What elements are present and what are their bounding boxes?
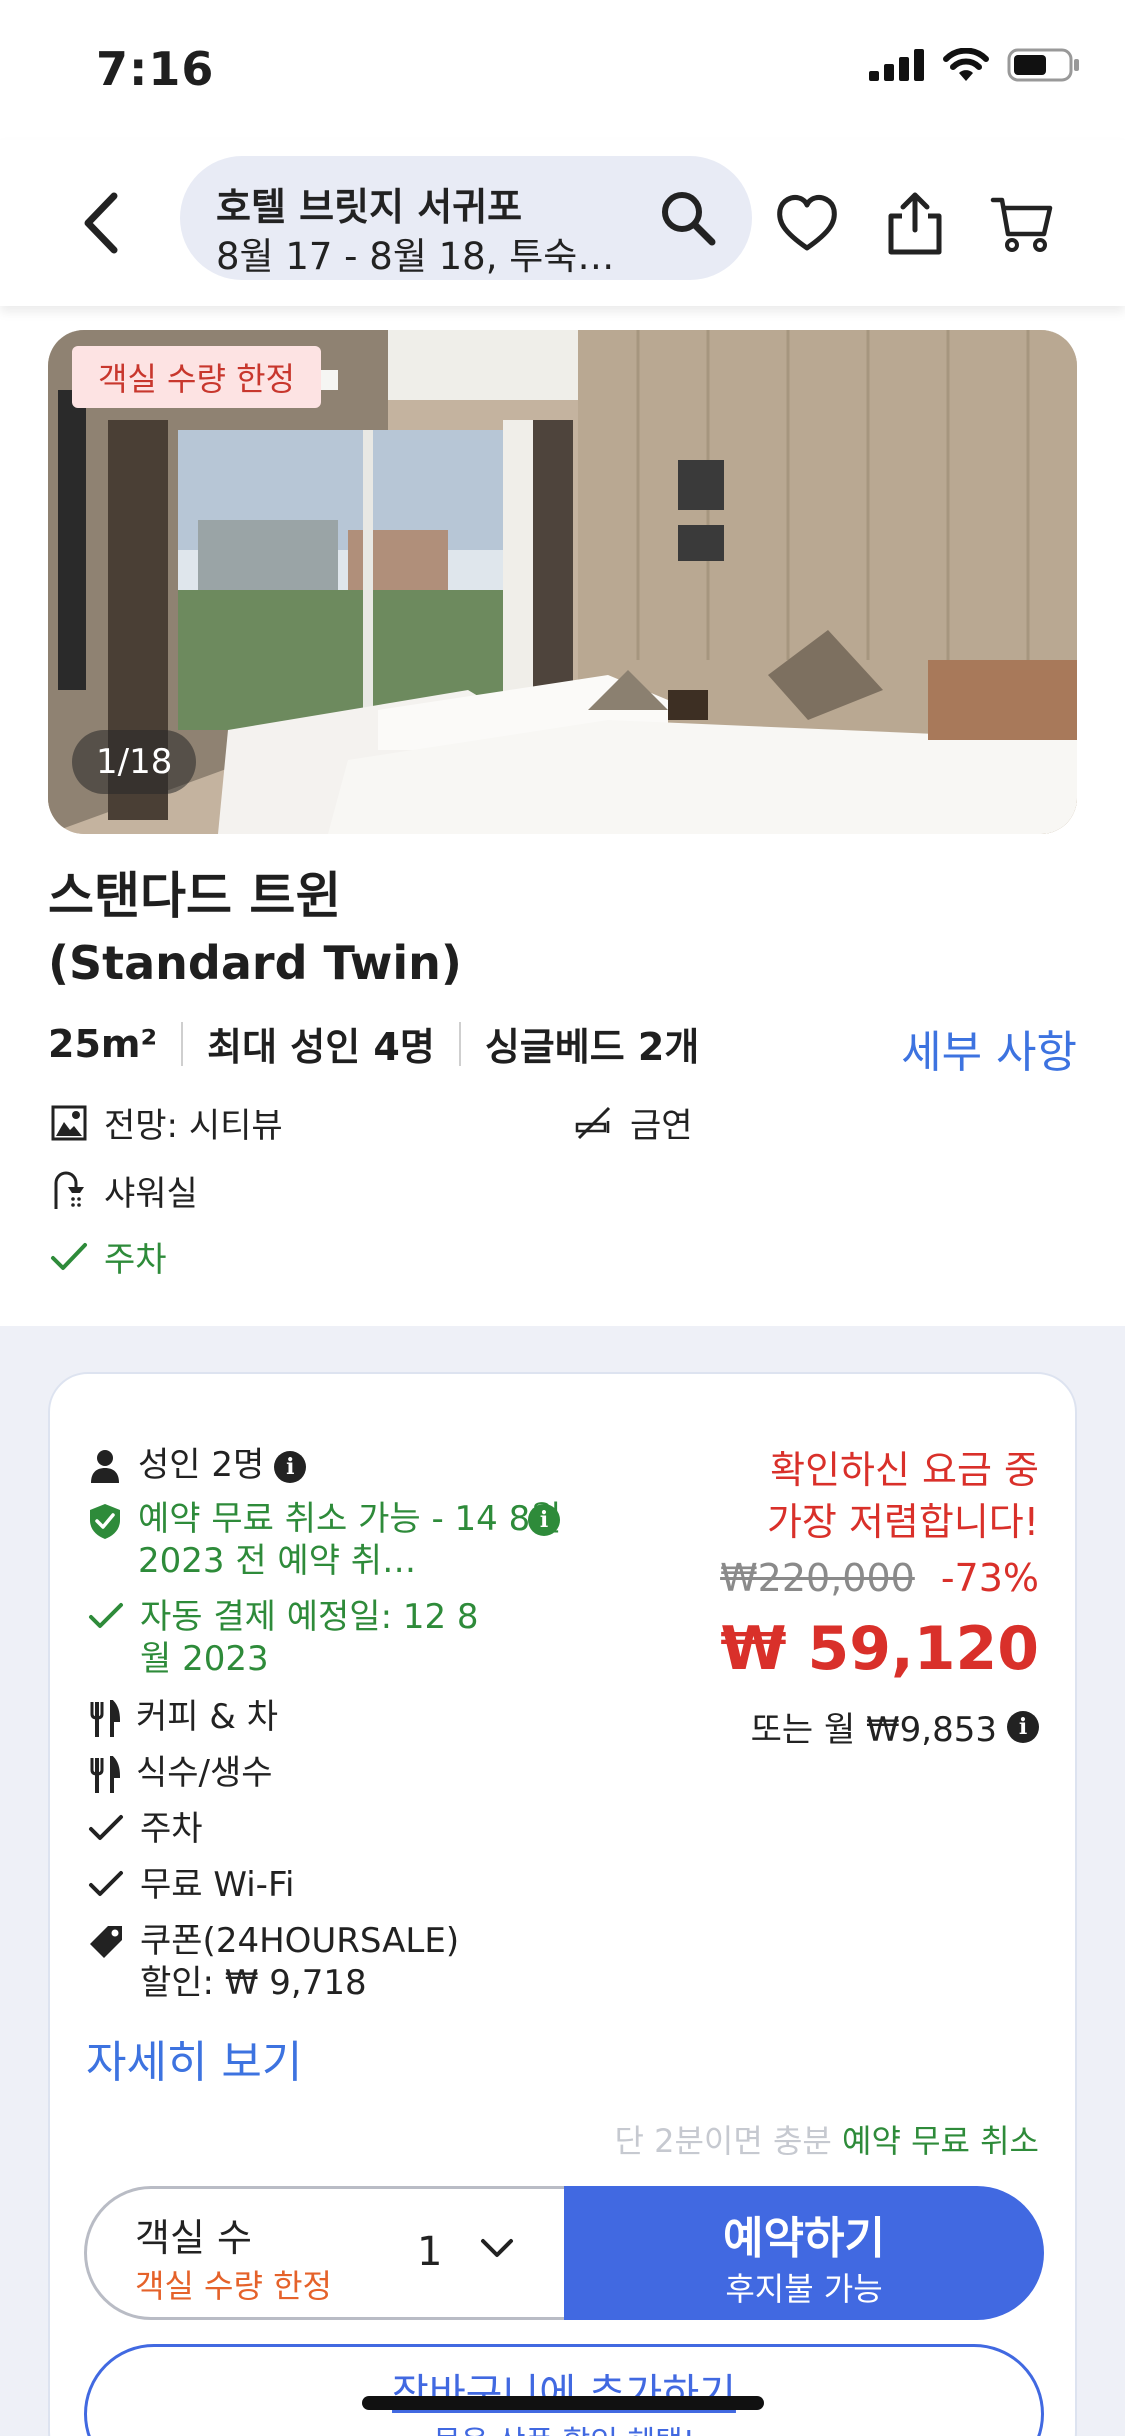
offer-auto-pay: 자동 결제 예정일: 12 8 월 2023 [88, 1596, 508, 1680]
feature-view-label: 전망: 시티뷰 [104, 1106, 283, 1146]
search-icon[interactable] [658, 188, 718, 248]
wifi-icon [943, 48, 989, 81]
status-icons [869, 48, 1081, 82]
no-smoking-icon [575, 1106, 611, 1139]
person-icon [91, 1450, 119, 1483]
offer-water: 식수/생수 [88, 1752, 273, 1794]
room-name-english: (Standard Twin) [48, 936, 462, 990]
offer-wifi: 무료 Wi-Fi [88, 1864, 294, 1906]
room-quantity-selector[interactable]: 객실 수 객실 수량 한정 1 [84, 2186, 564, 2320]
feature-non-smoking: 금연 [574, 1098, 693, 1147]
add-to-cart-label: 장바구니에 추가하기 [392, 2371, 736, 2417]
room-size: 25m² [48, 1021, 158, 1066]
booking-note: 단 2분이면 충분 예약 무료 취소 [615, 2116, 1040, 2162]
chevron-down-icon [481, 2239, 513, 2257]
room-count-label: 객실 수 [135, 2216, 252, 2260]
coupon-code-label: 쿠폰(24HOURSALE) [140, 1921, 460, 1961]
fork-knife-icon [90, 1756, 120, 1793]
room-photo-carousel[interactable]: 객실 수량 한정 1/18 [48, 330, 1077, 834]
battery-icon [1007, 48, 1079, 82]
booking-controls: 객실 수 객실 수량 한정 1 예약하기 후지불 가능 [84, 2186, 1044, 2320]
city-view-icon [51, 1105, 87, 1140]
feature-shower: 샤워실 [50, 1166, 198, 1215]
monthly-installment: 또는 월 ₩9,853 i [751, 1702, 1039, 1751]
free-cancel-label: 예약 무료 취소 가능 - 14 8월 2023 전 예약 취… [138, 1499, 562, 1581]
feature-view: 전망: 시티뷰 [50, 1098, 283, 1147]
adults-label: 성인 2명 [138, 1445, 265, 1485]
checkmark-icon [51, 1242, 87, 1270]
view-more-link[interactable]: 자세히 보기 [86, 2026, 302, 2090]
auto-pay-label: 자동 결제 예정일: 12 8 월 2023 [140, 1597, 479, 1679]
back-arrow-icon[interactable] [72, 188, 132, 258]
lowest-price-line-2: 가장 저렴합니다! [766, 1500, 1039, 1544]
offer-coupon: 쿠폰(24HOURSALE) 할인: ₩ 9,718 [88, 1920, 459, 2004]
lowest-price-line-1: 확인하신 요금 중 [770, 1448, 1039, 1492]
add-to-cart-button[interactable]: 장바구니에 추가하기 묶음 상품 할인 혜택! [84, 2344, 1044, 2436]
wifi-label: 무료 Wi-Fi [140, 1865, 295, 1905]
heart-favorite-icon[interactable] [774, 190, 840, 256]
parking-label: 주차 [140, 1809, 203, 1849]
discount-percent: -73% [940, 1556, 1039, 1600]
info-icon[interactable]: i [1007, 1710, 1039, 1743]
spec-divider [181, 1021, 184, 1066]
original-price-row: ₩220,000 -73% [720, 1556, 1039, 1600]
fork-knife-icon [90, 1700, 120, 1737]
info-icon[interactable]: i [274, 1450, 307, 1483]
pay-later-label: 후지불 가능 [725, 2270, 883, 2308]
final-price: ₩ 59,120 [720, 1614, 1039, 1684]
rate-offer-card: 성인 2명 i 예약 무료 취소 가능 - 14 8월 2023 전 예약 취… … [48, 1372, 1077, 2436]
hotel-name: 호텔 브릿지 서귀포 [216, 185, 523, 229]
book-now-label: 예약하기 [723, 2213, 885, 2264]
offer-parking: 주차 [88, 1808, 203, 1850]
offer-adults: 성인 2명 i [88, 1444, 307, 1486]
checkmark-icon [89, 1815, 123, 1840]
max-guests: 최대 성인 4명 [207, 1025, 435, 1069]
checkmark-icon [89, 1603, 123, 1628]
cart-icon[interactable] [990, 190, 1056, 256]
original-price: ₩220,000 [720, 1556, 915, 1600]
shower-icon [54, 1171, 84, 1209]
bed-config: 싱글베드 2개 [484, 1025, 700, 1069]
booking-free-cancel-note: 예약 무료 취소 [842, 2122, 1039, 2160]
coupon-discount-label: 할인: ₩ 9,718 [140, 1963, 367, 2003]
share-icon[interactable] [882, 190, 948, 256]
room-specs: 25m² 최대 성인 4명 싱글베드 2개 [48, 1016, 699, 1071]
book-now-button[interactable]: 예약하기 후지불 가능 [564, 2186, 1044, 2320]
feature-shower-label: 샤워실 [104, 1174, 198, 1214]
coffee-label: 커피 & 차 [136, 1697, 278, 1737]
room-name-korean: 스탠다드 트윈 [48, 867, 342, 925]
offer-coffee: 커피 & 차 [88, 1696, 278, 1738]
trip-summary: 8월 17 - 8월 18, 투숙… [216, 235, 615, 278]
price-tag-icon [90, 1926, 122, 1958]
feature-parking: 주차 [50, 1232, 167, 1281]
lowest-price-notice: 확인하신 요금 중 가장 저렴합니다! [767, 1444, 1039, 1548]
room-count-value: 1 [417, 2229, 443, 2275]
feature-parking-label: 주차 [104, 1240, 167, 1280]
room-details-link[interactable]: 세부 사항 [901, 1016, 1077, 1080]
bundle-discount-label: 묶음 상품 할인 혜택! [87, 2417, 1041, 2436]
shield-check-icon [90, 1504, 120, 1539]
checkmark-icon [89, 1871, 123, 1896]
room-limited-label: 객실 수량 한정 [135, 2267, 332, 2305]
top-navigation-bar: 호텔 브릿지 서귀포 8월 17 - 8월 18, 투숙… [0, 140, 1125, 306]
offer-free-cancel: 예약 무료 취소 가능 - 14 8월 2023 전 예약 취… i [88, 1498, 568, 1582]
info-icon[interactable]: i [528, 1504, 560, 1536]
feature-smoking-label: 금연 [630, 1106, 693, 1146]
status-time: 7:16 [96, 42, 215, 96]
search-summary-pill[interactable]: 호텔 브릿지 서귀포 8월 17 - 8월 18, 투숙… [180, 156, 752, 280]
water-label: 식수/생수 [136, 1753, 273, 1793]
home-indicator [362, 2396, 764, 2410]
status-bar: 7:16 [0, 0, 1125, 140]
cellular-signal-icon [869, 49, 924, 81]
photo-counter: 1/18 [72, 730, 197, 794]
monthly-price-label: 또는 월 ₩9,853 [750, 1710, 997, 1750]
booking-time-note: 단 2분이면 충분 [614, 2122, 832, 2160]
limited-availability-badge: 객실 수량 한정 [72, 346, 321, 408]
spec-divider [458, 1021, 461, 1066]
